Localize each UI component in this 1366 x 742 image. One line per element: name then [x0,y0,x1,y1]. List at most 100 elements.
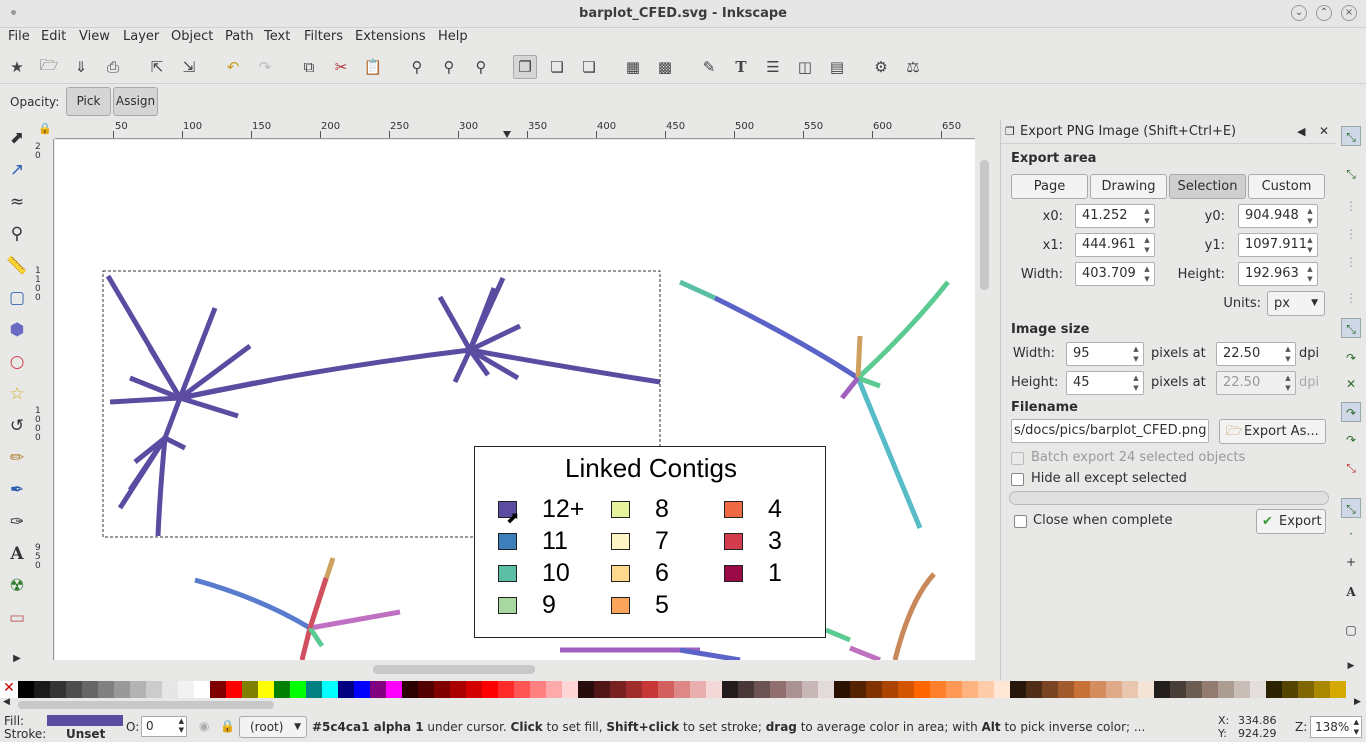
palette-swatch[interactable] [66,681,82,698]
palette-swatch[interactable] [578,681,594,698]
snap-midpoint-icon[interactable]: ⤡ [1341,458,1361,478]
drawing-canvas[interactable]: Linked Contigs 12+ 11 10 9 8 7 6 5 4 3 1 [55,140,975,660]
snap-bbox-mid-icon[interactable]: ⋮ [1341,252,1361,272]
dock-close-icon[interactable]: ✕ [1319,124,1329,138]
stroke-indicator[interactable]: Unset [66,727,105,741]
palette-swatch[interactable] [82,681,98,698]
palette-swatch[interactable] [50,681,66,698]
palette-swatch[interactable] [370,681,386,698]
palette-swatch[interactable] [402,681,418,698]
palette-swatch[interactable] [626,681,642,698]
snap-intersection-icon[interactable]: ✕ [1341,374,1361,394]
filename-input[interactable]: s/docs/pics/barplot_CFED.png [1011,419,1209,443]
star-tool-icon[interactable]: ☆ [4,381,30,407]
snap-cusp-icon[interactable]: ↷ [1341,402,1361,422]
palette-swatch[interactable] [1090,681,1106,698]
minimize-icon[interactable]: ⌄ [1291,5,1307,21]
palette-swatch[interactable] [210,681,226,698]
palette-swatch[interactable] [338,681,354,698]
area-width-field[interactable]: 403.709 ▲ ▼ [1075,262,1155,286]
export-icon[interactable]: ⇲ [177,55,201,79]
measure-tool-icon[interactable]: 📏 [4,253,30,279]
new-document-icon[interactable]: ★ [5,55,29,79]
zoom-tool-icon[interactable]: ⚲ [4,221,30,247]
snap-enable-icon[interactable]: ⤡ [1341,126,1361,146]
eraser-tool-icon[interactable]: ▭ [4,605,30,631]
palette-swatch[interactable] [1234,681,1250,698]
palette-swatch[interactable] [178,681,194,698]
duplicate-icon[interactable]: ❐ [513,55,537,79]
toolbox-expand-icon[interactable]: ▶ [4,645,30,671]
assign-button[interactable]: Assign [113,87,158,116]
snap-bbox-center-icon[interactable]: ⋮ [1341,288,1361,308]
palette-swatch[interactable] [962,681,978,698]
pen-tool-icon[interactable]: ✒ [4,477,30,503]
palette-swatch[interactable] [946,681,962,698]
horizontal-scrollbar[interactable] [55,660,975,678]
palette-swatch[interactable] [194,681,210,698]
palette-swatch[interactable] [1218,681,1234,698]
snap-smooth-icon[interactable]: ↷ [1341,430,1361,450]
no-paint-swatch[interactable]: ✕ [0,681,18,698]
undo-icon[interactable]: ↶ [221,55,245,79]
menu-view[interactable]: View [79,29,110,44]
snap-others-icon[interactable]: ⤡ [1341,498,1361,518]
palette-swatch[interactable] [1138,681,1154,698]
rectangle-tool-icon[interactable]: ▢ [4,285,30,311]
palette-swatch[interactable] [722,681,738,698]
snap-center-icon[interactable]: · [1341,524,1361,544]
palette-swatch[interactable] [930,681,946,698]
palette-swatch[interactable] [706,681,722,698]
palette-swatch[interactable] [530,681,546,698]
palette-swatch[interactable] [274,681,290,698]
palette-swatch[interactable] [642,681,658,698]
palette-swatch[interactable] [1154,681,1170,698]
palette-swatch[interactable] [978,681,994,698]
palette-swatch[interactable] [754,681,770,698]
menu-extensions[interactable]: Extensions [355,29,426,44]
vertical-scrollbar[interactable] [976,140,996,660]
area-page-button[interactable]: Page [1011,174,1088,199]
menu-text[interactable]: Text [264,29,290,44]
palette-swatch[interactable] [786,681,802,698]
zoom-selection-icon[interactable]: ⚲ [405,55,429,79]
palette-swatch[interactable] [1298,681,1314,698]
palette-swatch[interactable] [130,681,146,698]
group-icon[interactable]: ▦ [621,55,645,79]
palette-swatch[interactable] [1026,681,1042,698]
palette-swatch[interactable] [898,681,914,698]
ungroup-icon[interactable]: ▩ [653,55,677,79]
area-drawing-button[interactable]: Drawing [1090,174,1167,199]
palette-swatch[interactable] [562,681,578,698]
export-button[interactable]: ✔ Export [1256,509,1326,534]
snap-path-icon[interactable]: ↷ [1341,348,1361,368]
copy-icon[interactable]: ⧉ [297,55,321,79]
document-properties-icon[interactable]: ⚙ [869,55,893,79]
menu-filters[interactable]: Filters [304,29,343,44]
menu-help[interactable]: Help [438,29,468,44]
calligraphy-tool-icon[interactable]: ✑ [4,509,30,535]
palette-swatch[interactable] [738,681,754,698]
spiral-tool-icon[interactable]: ↺ [4,413,30,439]
palette-swatch[interactable] [98,681,114,698]
y0-field[interactable]: 904.948 ▲ ▼ [1238,204,1318,228]
palette-swatch[interactable] [306,681,322,698]
pencil-tool-icon[interactable]: ✏ [4,445,30,471]
palette-swatch[interactable] [882,681,898,698]
paste-icon[interactable]: 📋 [361,55,385,79]
export-as-button[interactable]: 🗁 Export As... [1219,419,1326,444]
palette-swatch[interactable] [802,681,818,698]
palette-swatch[interactable] [386,681,402,698]
x0-field[interactable]: 41.252 ▲ ▼ [1075,204,1155,228]
align-distribute-icon[interactable]: ▤ [825,55,849,79]
palette-swatch[interactable] [1106,681,1122,698]
palette-swatch[interactable] [546,681,562,698]
zoom-field[interactable]: 138% ▲ ▼ [1310,716,1362,738]
area-height-field[interactable]: 192.963 ▲ ▼ [1238,262,1318,286]
text-font-icon[interactable]: T [729,55,753,79]
palette-swatch[interactable] [1250,681,1266,698]
palette-swatch[interactable] [1074,681,1090,698]
palette-swatch[interactable] [834,681,850,698]
palette-swatch[interactable] [466,681,482,698]
layers-icon[interactable]: ☰ [761,55,785,79]
